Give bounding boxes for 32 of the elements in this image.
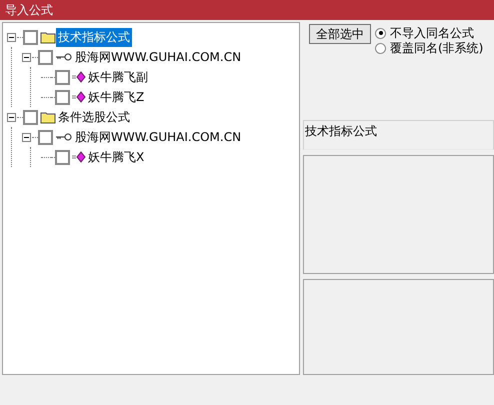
tree-item[interactable]: 妖牛腾飞副 xyxy=(86,68,150,86)
tree-checkbox[interactable] xyxy=(38,50,53,64)
window-title: 导入公式 xyxy=(0,0,494,20)
tree-checkbox[interactable] xyxy=(55,70,70,84)
collapse-toggle[interactable] xyxy=(7,32,16,42)
tree-item[interactable]: 妖牛腾飞Z xyxy=(86,88,146,106)
tree-checkbox[interactable] xyxy=(55,90,70,104)
tree-item[interactable]: 技术指标公式 xyxy=(56,28,132,46)
collapse-toggle[interactable] xyxy=(22,132,31,142)
tree-checkbox[interactable] xyxy=(23,110,38,124)
folder-icon xyxy=(40,30,56,44)
radio-button[interactable] xyxy=(375,28,386,38)
option-label: 不导入同名公式 xyxy=(390,24,474,42)
gem-icon xyxy=(72,71,86,83)
tree-checkbox[interactable] xyxy=(23,30,38,44)
key-icon xyxy=(55,133,73,141)
folder-icon xyxy=(40,110,56,124)
gem-icon xyxy=(72,151,86,163)
collapse-toggle[interactable] xyxy=(7,112,16,122)
gem-icon xyxy=(72,91,86,103)
collapse-toggle[interactable] xyxy=(22,52,31,62)
tree-item[interactable]: 条件选股公式 xyxy=(56,108,132,126)
radio-button[interactable] xyxy=(375,42,386,54)
key-icon xyxy=(55,53,73,61)
tree-checkbox[interactable] xyxy=(38,130,53,144)
tree-item[interactable]: 妖牛腾飞X xyxy=(86,148,146,166)
tree-checkbox[interactable] xyxy=(55,150,70,164)
select-all-button[interactable]: 全部选中 xyxy=(309,24,371,44)
info-field: 技术指标公式 xyxy=(303,120,494,150)
tree-item[interactable]: 股海网WWW.GUHAI.COM.CN xyxy=(73,128,244,146)
option-label: 覆盖同名(非系统) xyxy=(390,40,484,56)
tree-item[interactable]: 股海网WWW.GUHAI.COM.CN xyxy=(73,48,244,66)
